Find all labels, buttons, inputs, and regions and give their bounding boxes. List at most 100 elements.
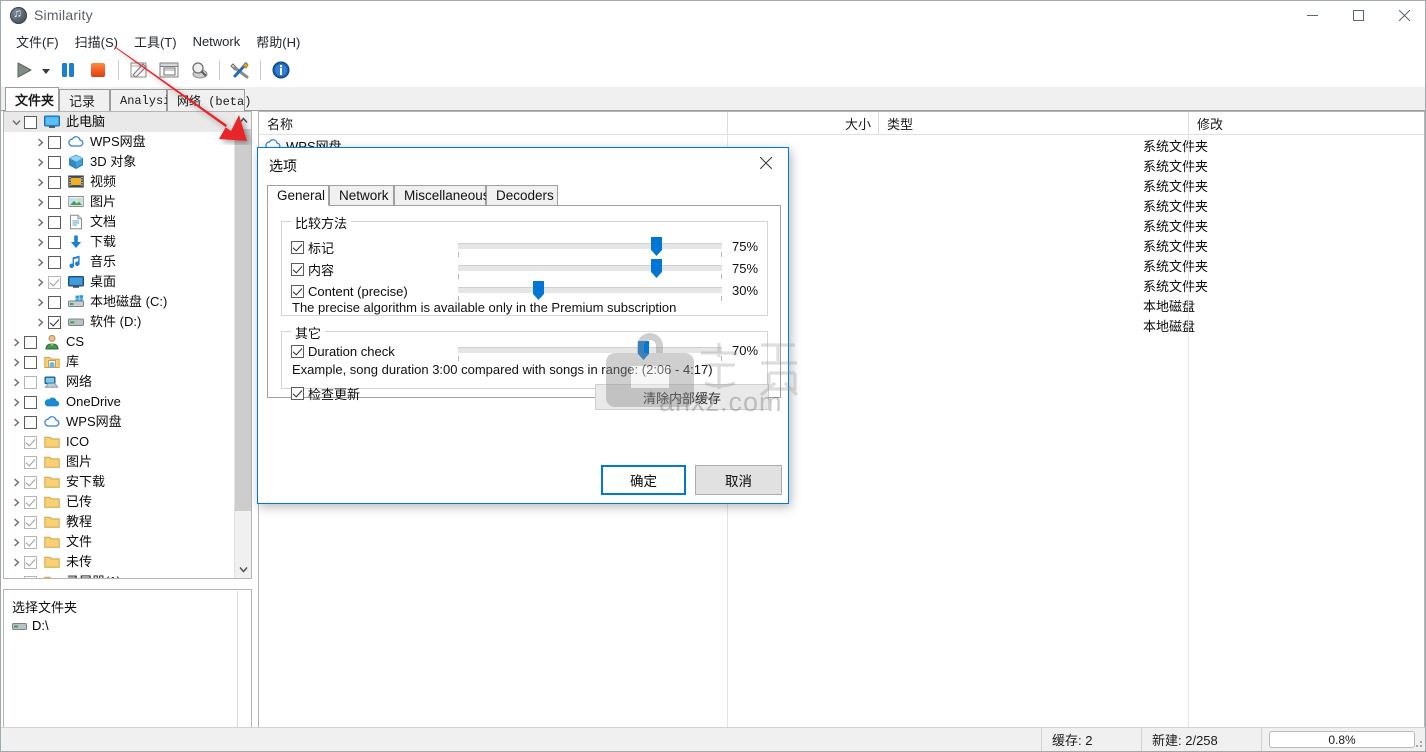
play-dropdown-chevron-down-icon[interactable] [39,55,53,85]
window-view-button[interactable] [154,55,184,85]
clear-internal-cache-button[interactable]: 清除内部缓存 [595,384,769,410]
chevron-right-icon[interactable] [32,212,48,232]
tree-checkbox[interactable] [24,335,37,349]
duration-slider[interactable] [458,340,722,362]
duration-check-checkbox[interactable] [291,344,304,358]
folder-tree-pane[interactable]: 此电脑 WPS网盘 3D 对象 视频 图片 文档 下载 音乐 桌面 本地磁盘 (C:) 软件 (D:… [3,111,252,579]
tree-checkbox[interactable] [24,495,37,509]
tree-item-4[interactable]: 图片 [4,192,236,212]
tree-item-11[interactable]: CS [4,332,236,352]
content-precise-checkbox[interactable] [291,284,304,298]
tree-item-10[interactable]: 软件 (D:) [4,312,236,332]
tree-item-17[interactable]: 图片 [4,452,236,472]
tree-checkbox[interactable] [24,395,37,409]
tree-checkbox[interactable] [24,435,37,449]
scroll-up-arrow-icon[interactable] [235,112,251,129]
tab-network[interactable]: Network [329,185,394,206]
cancel-button[interactable]: 取消 [695,465,782,495]
tab-folders[interactable]: 文件夹 [5,87,59,111]
column-divider[interactable] [1188,112,1189,134]
minimize-icon[interactable] [1289,1,1335,30]
option-duration-check[interactable]: Duration check [291,342,395,360]
chevron-down-icon[interactable] [8,112,24,132]
tree-item-7[interactable]: 音乐 [4,252,236,272]
tree-item-16[interactable]: ICO [4,432,236,452]
content-checkbox[interactable] [291,262,304,276]
menu-help[interactable]: 帮助(H) [248,30,308,53]
tree-checkbox[interactable] [24,535,37,549]
tree-checkbox[interactable] [24,455,37,469]
content-precise-slider[interactable] [458,280,722,302]
content-slider[interactable] [458,258,722,280]
menu-network[interactable]: Network [185,32,249,51]
column-name[interactable]: 名称 [267,112,293,134]
resize-grip[interactable] [1412,737,1424,749]
tree-scrollbar[interactable] [234,112,251,578]
tab-decoders[interactable]: Decoders [486,185,558,206]
chevron-right-icon[interactable] [32,252,48,272]
tree-checkbox[interactable] [48,315,61,329]
chevron-right-icon[interactable] [32,232,48,252]
chevron-right-icon[interactable] [8,472,24,492]
close-icon[interactable] [1381,1,1425,30]
chevron-right-icon[interactable] [32,192,48,212]
pause-button[interactable] [53,55,83,85]
column-divider[interactable] [878,112,879,134]
chevron-right-icon[interactable] [8,392,24,412]
tab-records[interactable]: 记录 [59,89,110,111]
tree-checkbox[interactable] [48,175,61,189]
chevron-right-icon[interactable] [8,492,24,512]
search-disk-button[interactable] [184,55,214,85]
option-content-precise[interactable]: Content (precise) [291,282,408,300]
tree-item-12[interactable]: 库 [4,352,236,372]
tree-item-6[interactable]: 下载 [4,232,236,252]
chevron-right-icon[interactable] [8,552,24,572]
tree-item-0[interactable]: 此电脑 [4,112,236,132]
chevron-right-icon[interactable] [8,352,24,372]
selected-folder-item[interactable]: D:\ [12,618,49,633]
chevron-right-icon[interactable] [32,132,48,152]
chevron-right-icon[interactable] [8,572,24,578]
tree-item-9[interactable]: 本地磁盘 (C:) [4,292,236,312]
chevron-right-icon[interactable] [8,532,24,552]
chevron-right-icon[interactable] [32,172,48,192]
options-button[interactable] [225,55,255,85]
option-content[interactable]: 内容 [291,260,334,278]
tree-item-14[interactable]: OneDrive [4,392,236,412]
chevron-right-icon[interactable] [8,512,24,532]
tree-checkbox[interactable] [24,115,37,129]
dialog-close-icon[interactable] [743,148,788,177]
tree-item-15[interactable]: WPS网盘 [4,412,236,432]
tree-item-5[interactable]: 文档 [4,212,236,232]
chevron-right-icon[interactable] [8,332,24,352]
menu-file[interactable]: 文件(F) [8,30,67,53]
menu-scan[interactable]: 扫描(S) [67,30,126,53]
chevron-right-icon[interactable] [8,372,24,392]
tree-item-23[interactable]: 录屏器(1) [4,572,236,578]
slider-thumb[interactable] [533,281,544,300]
tree-checkbox[interactable] [48,195,61,209]
column-size[interactable]: 大小 [845,112,871,134]
tree-checkbox[interactable] [48,215,61,229]
column-modified[interactable]: 修改 [1197,112,1223,134]
column-type[interactable]: 类型 [887,112,913,134]
tree-checkbox[interactable] [24,575,37,578]
tree-item-8[interactable]: 桌面 [4,272,236,292]
column-divider[interactable] [727,112,728,134]
chevron-right-icon[interactable] [32,272,48,292]
chevron-right-icon[interactable] [32,312,48,332]
chevron-right-icon[interactable] [8,412,24,432]
stop-button[interactable] [83,55,113,85]
tree-checkbox[interactable] [24,555,37,569]
slider-thumb[interactable] [651,259,662,278]
scroll-down-arrow-icon[interactable] [235,561,251,578]
tree-checkbox[interactable] [24,475,37,489]
tab-general[interactable]: General [267,185,329,206]
tree-checkbox[interactable] [48,155,61,169]
ok-button[interactable]: 确定 [601,465,686,495]
about-button[interactable] [266,55,296,85]
chevron-right-icon[interactable] [32,292,48,312]
slider-thumb[interactable] [638,341,649,360]
tree-checkbox[interactable] [48,275,61,289]
tags-checkbox[interactable] [291,240,304,254]
